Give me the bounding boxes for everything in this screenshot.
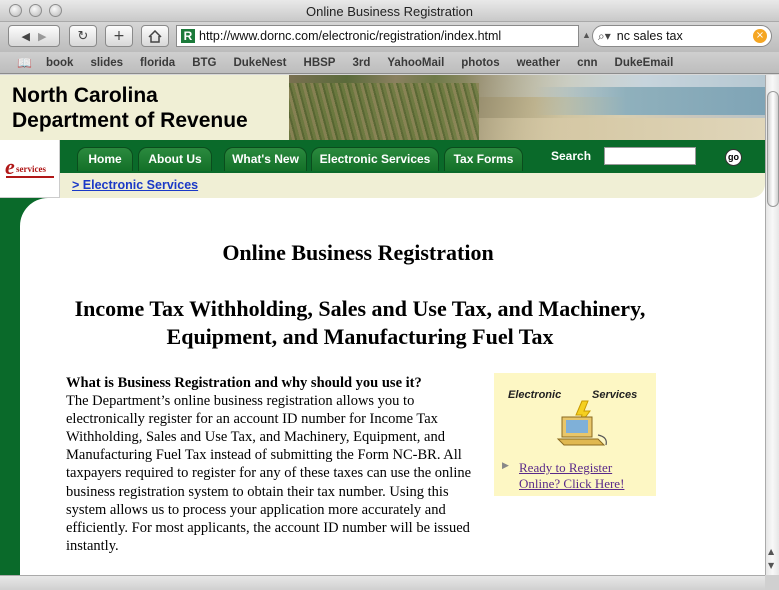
browser-search-field[interactable]: ⌕▾ nc sales tax × (592, 25, 772, 47)
nav-tab-about-us[interactable]: About Us (138, 147, 212, 171)
back-forward-buttons[interactable]: ◀ ▶ (8, 25, 60, 47)
browser-search-value[interactable]: nc sales tax (617, 29, 683, 43)
bookmark-item[interactable]: weather (517, 57, 560, 69)
page-title: Online Business Registration (222, 240, 494, 265)
site-search-label: Search (551, 149, 592, 163)
nav-tab-whats-new[interactable]: What's New (224, 147, 307, 171)
browser-toolbar: ◀ ▶ ↻ + R http://www.dornc.com/electroni… (0, 22, 779, 52)
department-name[interactable]: North Carolina Department of Revenue (12, 83, 248, 133)
bookmark-item[interactable]: YahooMail (387, 57, 444, 69)
add-bookmark-button[interactable]: + (105, 25, 133, 47)
reload-button[interactable]: ↻ (69, 25, 97, 47)
eservices-logo[interactable]: e services (0, 140, 60, 198)
nav-tab-home[interactable]: Home (77, 147, 133, 171)
bookmarks-book-icon[interactable]: 📖 (17, 56, 32, 70)
intro-paragraph: The Department’s online business registr… (66, 393, 472, 554)
vertical-scrollbar[interactable]: ▲ ▼ (765, 75, 779, 575)
bookmark-item[interactable]: DukeEmail (615, 57, 674, 69)
address-url[interactable]: http://www.dornc.com/electronic/registra… (199, 29, 501, 43)
clear-search-icon[interactable]: × (753, 29, 767, 43)
bookmark-item[interactable]: florida (140, 57, 175, 69)
site-favicon: R (181, 29, 195, 43)
breadcrumb-electronic-services[interactable]: > Electronic Services (72, 178, 198, 192)
bookmark-item[interactable]: DukeNest (233, 57, 286, 69)
content-corner (20, 198, 60, 238)
back-arrow-icon[interactable]: ◀ (22, 30, 30, 43)
bookmarks-bar: 📖 book slides florida BTG DukeNest HBSP … (0, 52, 779, 74)
bookmark-item[interactable]: book (46, 57, 73, 69)
computer-lightning-icon (556, 400, 607, 446)
coastal-banner-image (289, 75, 765, 140)
register-online-link[interactable]: Ready to Register Online? Click Here! (519, 460, 649, 491)
page-viewport: North Carolina Department of Revenue e se… (0, 75, 765, 575)
reload-icon: ↻ (77, 28, 89, 44)
address-bar[interactable]: R http://www.dornc.com/electronic/regist… (176, 25, 579, 47)
intro-question: What is Business Registration and why sh… (66, 375, 422, 391)
home-icon (148, 29, 162, 43)
left-green-border (0, 198, 20, 575)
register-promo-box: Electronic Services ▶ Ready to Register … (494, 373, 656, 496)
bookmark-item[interactable]: BTG (192, 57, 216, 69)
bookmark-item[interactable]: cnn (577, 57, 597, 69)
search-icon[interactable]: ⌕▾ (598, 29, 611, 44)
home-button[interactable] (141, 25, 169, 47)
title-bar: Online Business Registration (0, 0, 779, 22)
site-header: North Carolina Department of Revenue (0, 75, 289, 140)
page-subtitle: Income Tax Withholding, Sales and Use Ta… (74, 296, 646, 349)
vertical-scroll-thumb[interactable] (767, 91, 779, 207)
site-search-input[interactable] (604, 147, 696, 165)
horizontal-scrollbar[interactable] (0, 575, 765, 590)
forward-arrow-icon[interactable]: ▶ (38, 30, 46, 43)
nav-tab-electronic-services[interactable]: Electronic Services (311, 147, 439, 171)
main-nav: Home About Us What's New Electronic Serv… (60, 140, 765, 173)
address-dropdown-icon[interactable]: ▲ (582, 30, 591, 40)
bookmark-item[interactable]: HBSP (304, 57, 336, 69)
plus-icon: + (113, 28, 125, 44)
intro-section: What is Business Registration and why sh… (66, 374, 476, 555)
window-title: Online Business Registration (306, 4, 473, 19)
department-line-1: North Carolina (12, 84, 158, 107)
scroll-down-icon[interactable]: ▼ (768, 561, 774, 570)
department-line-2: Department of Revenue (12, 109, 248, 132)
nav-tab-tax-forms[interactable]: Tax Forms (444, 147, 523, 171)
bookmark-item[interactable]: photos (461, 57, 499, 69)
scroll-up-icon[interactable]: ▲ (768, 547, 774, 556)
resize-corner[interactable] (765, 575, 779, 590)
link-arrow-icon: ▶ (502, 461, 509, 471)
bookmark-item[interactable]: slides (90, 57, 123, 69)
bookmark-item[interactable]: 3rd (352, 57, 370, 69)
breadcrumb-bar: > Electronic Services (60, 173, 765, 198)
site-search-go-button[interactable]: go (725, 149, 742, 166)
